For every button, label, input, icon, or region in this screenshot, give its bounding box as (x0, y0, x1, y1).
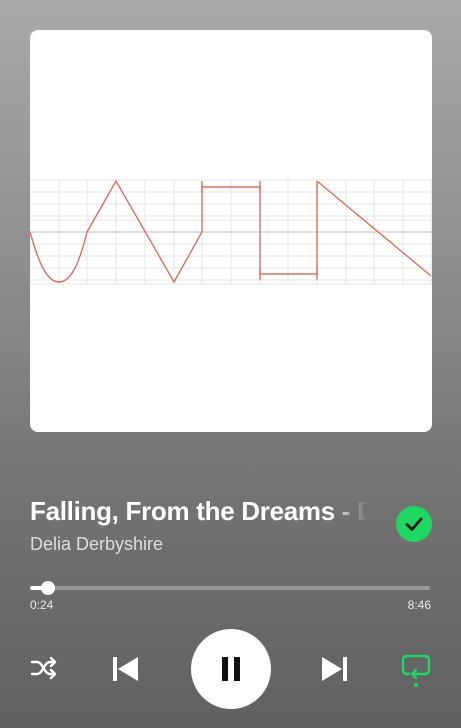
repeat-button[interactable] (399, 650, 433, 688)
pause-button[interactable] (191, 629, 271, 709)
liked-button[interactable] (396, 506, 432, 542)
total-time: 8:46 (407, 598, 431, 612)
previous-button[interactable] (108, 652, 142, 686)
album-artwork (30, 30, 432, 432)
skip-previous-icon (113, 657, 138, 681)
waveform-art (30, 179, 432, 285)
shuffle-icon (30, 656, 57, 680)
artist-name[interactable]: Delia Derbyshire (30, 534, 163, 555)
check-icon (405, 517, 423, 531)
progress-bar[interactable] (30, 580, 430, 596)
progress-track (30, 586, 430, 590)
repeat-one-icon (401, 654, 431, 687)
pause-icon (222, 657, 240, 681)
playback-controls (0, 628, 461, 710)
skip-next-icon (322, 657, 347, 681)
elapsed-time: 0:24 (30, 598, 54, 612)
next-button[interactable] (318, 652, 352, 686)
shuffle-button[interactable] (28, 652, 60, 684)
progress-handle[interactable] (41, 581, 56, 595)
track-info: Falling, From the Dreams - Delia Derbysh… (30, 494, 432, 556)
track-title[interactable]: Falling, From the Dreams - Delia Derbysh… (30, 496, 368, 527)
